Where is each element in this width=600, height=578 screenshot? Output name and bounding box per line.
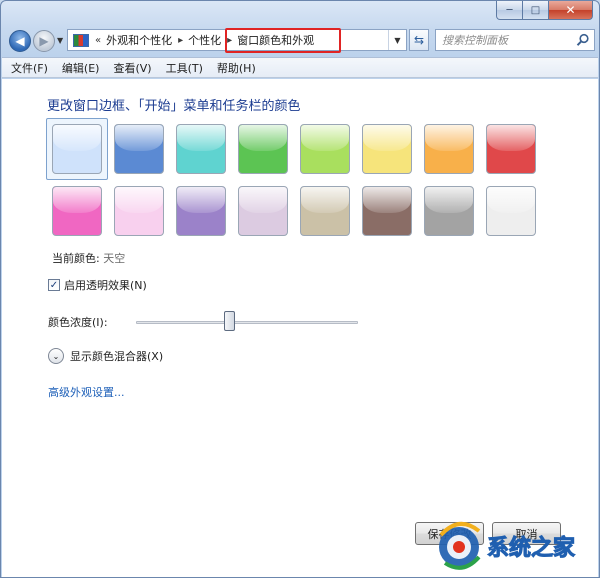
expand-icon[interactable]: ⌄ bbox=[48, 348, 64, 364]
menu-edit[interactable]: 编辑(E) bbox=[62, 60, 100, 76]
color-swatch[interactable] bbox=[362, 124, 412, 174]
navigation-bar: ◀ ▶ ▼ « 外观和个性化 ▸ 个性化 ▸ 窗口颜色和外观 ▼ ⇆ bbox=[7, 27, 595, 55]
transparency-option[interactable]: ✓ 启用透明效果(N) bbox=[48, 277, 147, 293]
chevron-down-icon: ⌄ bbox=[52, 351, 60, 361]
intensity-slider-track[interactable] bbox=[136, 321, 358, 324]
color-swatch[interactable] bbox=[114, 186, 164, 236]
control-panel-icon bbox=[73, 33, 89, 47]
current-color-value: 天空 bbox=[103, 252, 126, 265]
color-swatch[interactable] bbox=[238, 124, 288, 174]
breadcrumb-appearance[interactable]: 外观和个性化 bbox=[106, 32, 172, 48]
caption-buttons: ─ □ ✕ bbox=[496, 1, 593, 20]
color-swatch[interactable] bbox=[486, 124, 536, 174]
color-swatch[interactable] bbox=[176, 186, 226, 236]
maximize-button[interactable]: □ bbox=[523, 1, 549, 20]
recent-pages-dropdown[interactable]: ▼ bbox=[57, 36, 63, 45]
menu-bar: 文件(F) 编辑(E) 查看(V) 工具(T) 帮助(H) bbox=[2, 57, 598, 78]
menu-tools[interactable]: 工具(T) bbox=[166, 60, 203, 76]
intensity-label: 颜色浓度(I): bbox=[48, 316, 108, 329]
breadcrumb-separator[interactable]: ▸ bbox=[227, 35, 232, 46]
check-icon: ✓ bbox=[49, 279, 59, 291]
color-mixer-toggle[interactable]: ⌄ 显示颜色混合器(X) bbox=[48, 348, 163, 364]
back-button[interactable]: ◀ bbox=[9, 30, 31, 52]
color-swatch[interactable] bbox=[176, 124, 226, 174]
arrow-left-icon: ◀ bbox=[15, 34, 25, 48]
menu-help[interactable]: 帮助(H) bbox=[217, 60, 256, 76]
color-swatch[interactable] bbox=[52, 124, 102, 174]
color-swatch[interactable] bbox=[424, 124, 474, 174]
current-color-label: 当前颜色: bbox=[52, 252, 100, 265]
color-swatch[interactable] bbox=[424, 186, 474, 236]
color-swatch-grid bbox=[46, 118, 552, 254]
save-changes-button[interactable]: 保存修改 bbox=[415, 522, 484, 545]
menu-view[interactable]: 查看(V) bbox=[113, 60, 151, 76]
content-pane: 更改窗口边框、「开始」菜单和任务栏的颜色 当前颜色: 天空 ✓ 启用透明效果(N… bbox=[2, 79, 598, 577]
advanced-appearance-link[interactable]: 高级外观设置... bbox=[48, 384, 125, 400]
cancel-button[interactable]: 取消 bbox=[492, 522, 561, 545]
refresh-button[interactable]: ⇆ bbox=[409, 29, 429, 51]
transparency-checkbox[interactable]: ✓ bbox=[48, 279, 60, 291]
refresh-icon: ⇆ bbox=[413, 33, 425, 47]
arrow-right-icon: ▶ bbox=[39, 34, 49, 48]
color-swatch[interactable] bbox=[300, 186, 350, 236]
search-box[interactable] bbox=[435, 29, 595, 51]
menu-file[interactable]: 文件(F) bbox=[11, 60, 48, 76]
color-swatch[interactable] bbox=[238, 186, 288, 236]
color-swatch[interactable] bbox=[114, 124, 164, 174]
color-swatch[interactable] bbox=[300, 124, 350, 174]
close-button[interactable]: ✕ bbox=[549, 1, 593, 20]
search-input[interactable] bbox=[442, 33, 570, 47]
search-icon[interactable] bbox=[576, 33, 590, 47]
breadcrumb-window-color[interactable]: 窗口颜色和外观 bbox=[237, 32, 314, 48]
breadcrumb-separator[interactable]: ▸ bbox=[178, 35, 183, 46]
intensity-slider-thumb[interactable] bbox=[224, 311, 236, 331]
chevron-down-icon: ▼ bbox=[57, 36, 64, 45]
page-title: 更改窗口边框、「开始」菜单和任务栏的颜色 bbox=[47, 99, 301, 114]
forward-button[interactable]: ▶ bbox=[33, 30, 55, 52]
minimize-button[interactable]: ─ bbox=[496, 1, 523, 20]
color-swatch[interactable] bbox=[486, 186, 536, 236]
color-swatch[interactable] bbox=[362, 186, 412, 236]
breadcrumb-overflow[interactable]: « bbox=[95, 35, 101, 46]
chevron-down-icon: ▼ bbox=[394, 35, 401, 45]
current-color-readout: 当前颜色: 天空 bbox=[52, 250, 125, 266]
transparency-label[interactable]: 启用透明效果(N) bbox=[64, 277, 147, 293]
color-swatch[interactable] bbox=[52, 186, 102, 236]
control-panel-window: ─ □ ✕ ◀ ▶ ▼ « 外观和个性化 ▸ 个性化 ▸ 窗口颜色和外观 ▼ ⇆ bbox=[0, 0, 600, 578]
address-bar[interactable]: « 外观和个性化 ▸ 个性化 ▸ 窗口颜色和外观 ▼ bbox=[67, 28, 407, 53]
address-dropdown-button[interactable]: ▼ bbox=[388, 30, 406, 50]
color-mixer-label[interactable]: 显示颜色混合器(X) bbox=[70, 348, 163, 364]
breadcrumb-personalization[interactable]: 个性化 bbox=[188, 32, 221, 48]
